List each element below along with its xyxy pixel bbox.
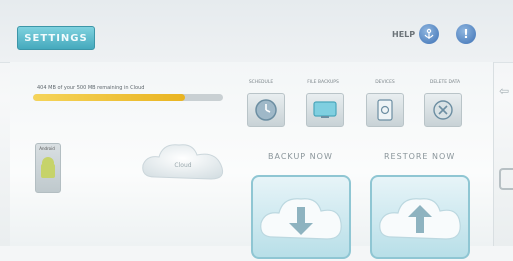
restore-cloud-icon [379,198,461,240]
top-bar: SETTINGS HELP ! [0,0,513,63]
storage-progress-fill [33,94,185,101]
restore-button[interactable] [370,175,470,259]
delete-data-tile[interactable] [424,93,462,127]
device-icon [377,99,393,121]
backup-button[interactable] [251,175,351,259]
tile-label-delete-data: DELETE DATA [429,80,461,85]
device-caption: Android [39,146,55,151]
restore-label: RESTORE NOW [384,152,456,161]
backup-cloud-icon [260,198,342,240]
app-window: SETTINGS HELP ! 404 MB of your 500 MB re… [0,0,513,259]
side-tab-icon[interactable] [499,168,513,190]
android-icon [41,157,55,178]
help-label: HELP [392,30,416,39]
settings-button[interactable]: SETTINGS [17,26,95,50]
cloud-label: Cloud [174,162,191,169]
tile-label-file-backups: FILE BACKUPS [307,80,339,85]
tile-label-schedule: SCHEDULE [248,80,274,85]
file-backups-tile[interactable] [306,93,344,127]
backup-label: BACKUP NOW [268,152,333,161]
back-arrow-icon[interactable]: ⇦ [499,84,509,98]
storage-progress [33,94,223,101]
anchor-icon[interactable] [419,24,439,44]
schedule-tile[interactable] [247,93,285,127]
info-icon[interactable]: ! [456,24,476,44]
anchor-glyph [424,28,434,39]
tile-label-devices: DEVICES [375,80,395,85]
cloud-icon: Cloud [142,144,224,180]
clock-icon [255,99,277,121]
screen-icon [313,101,337,118]
storage-text: 404 MB of your 500 MB remaining in Cloud [37,85,145,91]
devices-tile[interactable] [366,93,404,127]
delete-icon [433,100,453,120]
